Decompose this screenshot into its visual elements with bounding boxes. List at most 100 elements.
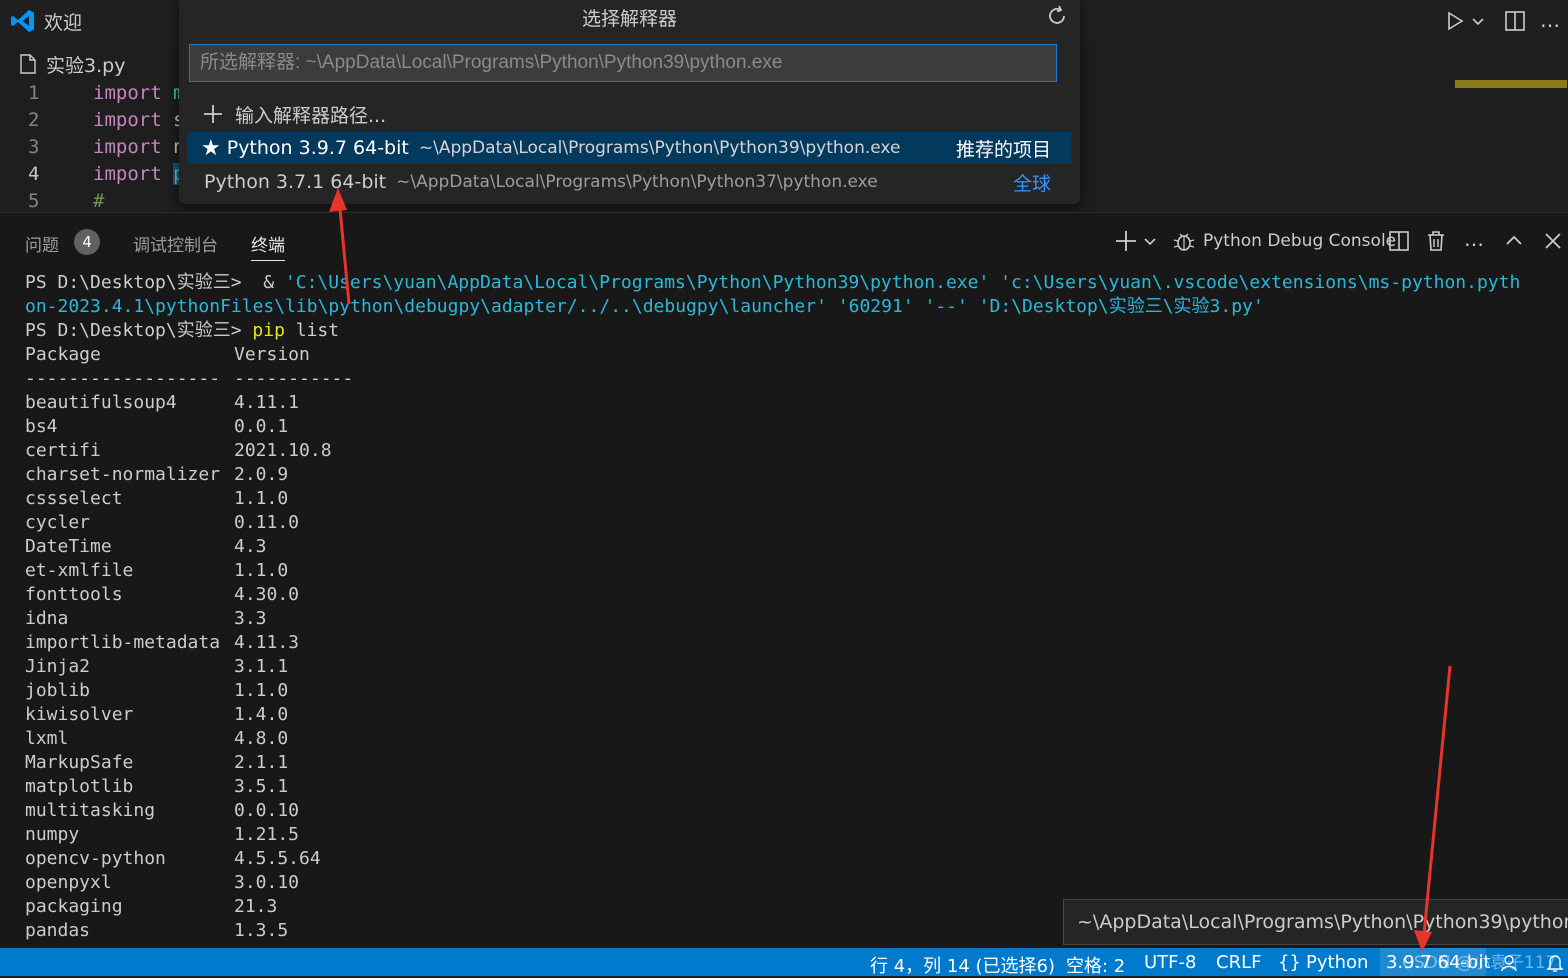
plus-icon (204, 105, 222, 123)
package-version: 0.0.1 (234, 416, 289, 437)
package-version: 1.1.0 (234, 488, 289, 509)
maximize-panel-icon[interactable] (1502, 229, 1526, 253)
chevron-down-icon[interactable] (1470, 10, 1486, 32)
package-name: fonttools (25, 584, 123, 605)
interpreter-search-input[interactable] (189, 44, 1057, 82)
picker-title: 选择解释器 (581, 8, 677, 30)
braces-icon: {} (1278, 952, 1301, 973)
package-version: 0.0.10 (234, 800, 300, 821)
status-bar: 行 4，列 14 (已选择6) 空格: 2 UTF-8 CRLF {} Pyth… (0, 948, 1568, 978)
package-version: 1.1.0 (234, 560, 289, 581)
package-row: opencv-python 4.5.5.64 (25, 847, 1560, 871)
package-name: pandas (25, 920, 91, 941)
code-text: import p (93, 161, 185, 188)
package-row: fonttools 4.30.0 (25, 583, 1560, 607)
package-row: MarkupSafe 2.1.1 (25, 751, 1560, 775)
package-row: DateTime 4.3 (25, 535, 1560, 559)
interpreter-path-tooltip: ~\AppData\Local\Programs\Python\Python39… (1063, 899, 1568, 945)
package-name: MarkupSafe (25, 752, 134, 773)
chevron-down-icon[interactable] (1142, 229, 1158, 253)
interpreter-path: ~\AppData\Local\Programs\Python\Python37… (396, 172, 878, 192)
package-version: 4.5.5.64 (234, 848, 321, 869)
run-icon[interactable] (1444, 10, 1466, 32)
encoding[interactable]: UTF-8 (1144, 952, 1196, 973)
package-version: 4.3 (234, 536, 267, 557)
package-version: 4.30.0 (234, 584, 300, 605)
package-name: DateTime (25, 536, 112, 557)
vscode-logo-icon (11, 10, 34, 32)
package-row: importlib-metadata 4.11.3 (25, 631, 1560, 655)
global-tag: 全球 (1012, 172, 1051, 195)
tab-terminal[interactable]: 终端 (251, 231, 285, 261)
indentation[interactable]: 空格: 2 (1066, 952, 1125, 978)
package-row: multitasking 0.0.10 (25, 799, 1560, 823)
package-name: Jinja2 (25, 656, 91, 677)
watermark: CSDN @小袁子117 (1402, 953, 1557, 973)
terminal-output[interactable]: PS D:\Desktop\实验三> & 'C:\Users\yuan\AppD… (25, 271, 1560, 943)
package-row: Jinja2 3.1.1 (25, 655, 1560, 679)
package-name: joblib (25, 680, 91, 701)
split-terminal-icon[interactable] (1387, 229, 1411, 253)
package-name: packaging (25, 896, 123, 917)
package-row: et-xmlfile 1.1.0 (25, 559, 1560, 583)
problems-count-badge: 4 (74, 229, 100, 255)
enter-interpreter-path-item[interactable]: 输入解释器路径... (187, 98, 1071, 130)
trash-icon[interactable] (1424, 229, 1448, 253)
package-name: bs4 (25, 416, 58, 437)
more-actions-icon[interactable]: … (1540, 8, 1562, 32)
close-panel-icon[interactable] (1541, 229, 1565, 253)
package-version: 1.21.5 (234, 824, 300, 845)
package-row: bs4 0.0.1 (25, 415, 1560, 439)
tab-debug-console[interactable]: 调试控制台 (133, 231, 218, 256)
file-breadcrumb[interactable]: 实验3.py (20, 52, 126, 77)
tab-problems[interactable]: 问题 (25, 231, 59, 256)
line-ending[interactable]: CRLF (1216, 952, 1261, 973)
more-actions-icon[interactable]: … (1464, 227, 1488, 251)
package-name: kiwisolver (25, 704, 134, 725)
enter-path-label: 输入解释器路径... (235, 104, 387, 127)
interpreter-item-python37[interactable]: Python 3.7.1 64-bit ~\AppData\Local\Prog… (187, 166, 1071, 198)
package-name: cycler (25, 512, 91, 533)
package-version: 2021.10.8 (234, 440, 332, 461)
line-number: 5 (28, 190, 40, 212)
package-row: cycler 0.11.0 (25, 511, 1560, 535)
package-name: matplotlib (25, 776, 134, 797)
package-version: 3.0.10 (234, 872, 300, 893)
file-name: 实验3.py (46, 54, 126, 77)
bottom-panel: 问题 4 调试控制台 终端 Python Debug Console … PS … (0, 212, 1568, 949)
welcome-tab-title[interactable]: 欢迎 (44, 8, 82, 35)
package-version: 1.3.5 (234, 920, 289, 941)
interpreter-item-python39[interactable]: ★ Python 3.9.7 64-bit ~\AppData\Local\Pr… (187, 132, 1071, 164)
refresh-icon[interactable] (1045, 4, 1069, 28)
code-text: import m (93, 82, 185, 104)
interpreter-path: ~\AppData\Local\Programs\Python\Python39… (418, 138, 901, 158)
package-name: beautifulsoup4 (25, 392, 177, 413)
package-row: certifi 2021.10.8 (25, 439, 1560, 463)
line-number: 4 (28, 163, 40, 185)
package-name: multitasking (25, 800, 156, 821)
package-version: 2.1.1 (234, 752, 289, 773)
package-row: idna 3.3 (25, 607, 1560, 631)
package-list: beautifulsoup4 4.11.1 bs4 0.0.1 certifi 2021.… (25, 391, 1560, 943)
file-icon (20, 54, 36, 74)
package-name: numpy (25, 824, 80, 845)
package-version: 1.4.0 (234, 704, 289, 725)
package-row: openpyxl 3.0.10 (25, 871, 1560, 895)
package-name: lxml (25, 728, 69, 749)
package-version: 3.5.1 (234, 776, 289, 797)
package-version: 3.3 (234, 608, 267, 629)
package-version: 3.1.1 (234, 656, 289, 677)
minimap[interactable] (1455, 80, 1567, 88)
terminal-line: Package Version (25, 344, 310, 365)
code-text: import n (93, 136, 185, 158)
terminal-line: on-2023.4.1\pythonFiles\lib\python\debug… (25, 296, 1264, 317)
split-editor-icon[interactable] (1504, 10, 1526, 32)
language-mode[interactable]: Python (1306, 952, 1368, 973)
star-icon: ★ (201, 135, 221, 161)
terminal-name[interactable]: Python Debug Console (1203, 231, 1396, 251)
cursor-position[interactable]: 行 4，列 14 (已选择6) (870, 952, 1055, 978)
package-name: idna (25, 608, 69, 629)
new-terminal-icon[interactable] (1114, 229, 1138, 253)
package-name: opencv-python (25, 848, 166, 869)
package-name: charset-normalizer (25, 464, 221, 485)
